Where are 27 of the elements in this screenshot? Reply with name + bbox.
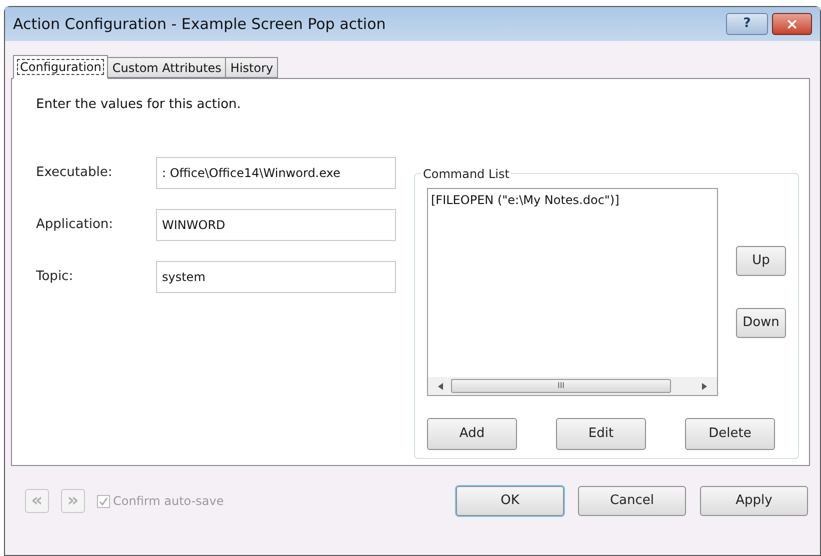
field-label: Topic: <box>36 268 74 286</box>
window-title: Action Configuration - Example Screen Pop action <box>13 14 386 35</box>
tab[interactable]: History <box>225 57 278 78</box>
input-field[interactable]: WINWORD <box>156 208 396 240</box>
input-field[interactable]: system <box>156 260 396 292</box>
dialog-button[interactable]: OK <box>456 486 564 516</box>
tab[interactable]: Configuration <box>13 55 108 79</box>
horizontal-scrollbar[interactable]: III <box>428 377 717 395</box>
checkmark-icon <box>99 496 108 506</box>
list-item[interactable]: [FILEOPEN ("e:\My Notes.doc")] <box>431 191 714 209</box>
list-action-button[interactable]: Add <box>427 418 517 450</box>
scroll-thumb[interactable]: III <box>451 379 671 393</box>
scroll-left-icon[interactable] <box>438 382 443 390</box>
instructions-text: Enter the values for this action. <box>36 96 242 114</box>
help-button[interactable]: ? <box>726 13 768 35</box>
tab[interactable]: Custom Attributes <box>107 57 226 78</box>
dialog-button[interactable]: Apply <box>700 486 808 516</box>
scroll-right-icon[interactable] <box>702 382 707 390</box>
field-label: Executable: <box>36 164 114 182</box>
checkbox-label: Confirm auto-save <box>113 493 224 510</box>
list-action-button[interactable]: Edit <box>556 418 646 450</box>
input-field[interactable]: : Office\Office14\Winword.exe <box>156 156 396 188</box>
list-action-button[interactable]: Delete <box>685 418 775 450</box>
move-button[interactable]: Down <box>736 308 786 338</box>
field-label: Application: <box>36 216 114 234</box>
move-button[interactable]: Up <box>736 246 786 276</box>
dialog-button[interactable]: Cancel <box>578 486 686 516</box>
